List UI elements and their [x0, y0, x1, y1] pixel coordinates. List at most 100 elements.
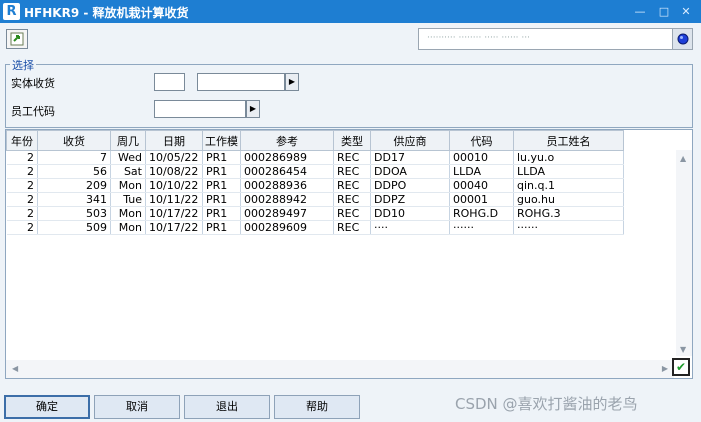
physical-receipt-label: 实体收货	[11, 77, 55, 90]
column-header-weekday[interactable]: 周几	[110, 130, 146, 151]
physical-receipt-name-input[interactable]	[197, 73, 285, 91]
cell-work-mode: PR1	[202, 206, 241, 221]
column-header-year[interactable]: 年份	[6, 130, 38, 151]
cell-supplier: DDPO	[370, 178, 450, 193]
cell-work-mode: PR1	[202, 150, 241, 165]
header-row: 年份 收货 周几 日期 工作模 参考 类型 供应商 代码 员工姓名	[6, 130, 624, 151]
cell-year: 2	[6, 206, 38, 221]
cell-date: 10/17/22	[145, 206, 203, 221]
globe-icon	[677, 33, 689, 45]
status-panel: ·········· ········ ····· ······ ···	[418, 28, 693, 50]
table-row[interactable]: 2 209 Mon 10/10/22 PR1 000288936 REC DDP…	[6, 178, 624, 193]
cell-employee-name: qin.q.1	[513, 178, 624, 193]
cell-work-mode: PR1	[202, 178, 241, 193]
table-row[interactable]: 2 509 Mon 10/17/22 PR1 000289609 REC ···…	[6, 220, 624, 235]
table-row[interactable]: 2 503 Mon 10/17/22 PR1 000289497 REC DD1…	[6, 206, 624, 221]
title-bar[interactable]: R HFHKR9 - 释放机栽计算收货 — □ ✕	[0, 0, 701, 23]
selection-legend: 选择	[10, 57, 36, 73]
exit-button[interactable]: 退出	[184, 395, 270, 419]
cell-year: 2	[6, 164, 38, 179]
cell-employee-name: lu.yu.o	[513, 150, 624, 165]
column-header-reference[interactable]: 参考	[240, 130, 334, 151]
cell-reference: 000289609	[240, 220, 334, 235]
column-header-type[interactable]: 类型	[333, 130, 371, 151]
cell-date: 10/08/22	[145, 164, 203, 179]
cell-supplier: DDPZ	[370, 192, 450, 207]
cell-weekday: Mon	[110, 206, 146, 221]
cell-date: 10/05/22	[145, 150, 203, 165]
status-text: ·········· ········ ····· ······ ···	[427, 33, 530, 43]
cell-year: 2	[6, 178, 38, 193]
cell-weekday: Tue	[110, 192, 146, 207]
scroll-left-icon[interactable]: ◀	[12, 364, 18, 373]
window-title: HFHKR9 - 释放机栽计算收货	[24, 6, 189, 20]
horizontal-scrollbar[interactable]: ◀ ▶	[6, 360, 674, 378]
column-header-work-mode[interactable]: 工作模	[202, 130, 241, 151]
scroll-up-icon[interactable]: ▲	[680, 154, 686, 163]
table-row[interactable]: 2 56 Sat 10/08/22 PR1 000286454 REC DDOA…	[6, 164, 624, 179]
employee-code-lookup-button[interactable]: ▶	[246, 100, 260, 118]
cell-reference: 000289497	[240, 206, 334, 221]
column-header-employee-name[interactable]: 员工姓名	[513, 130, 624, 151]
confirm-check-icon[interactable]: ✔	[672, 358, 690, 376]
cell-supplier: ····	[370, 220, 450, 235]
column-header-code[interactable]: 代码	[449, 130, 514, 151]
refresh-icon	[10, 32, 24, 46]
help-button[interactable]: 帮助	[274, 395, 360, 419]
watermark: CSDN @喜欢打酱油的老鸟	[455, 395, 638, 413]
cell-year: 2	[6, 192, 38, 207]
cell-employee-name: ······	[513, 220, 624, 235]
app-window: R HFHKR9 - 释放机栽计算收货 — □ ✕ ·········· ···…	[0, 0, 701, 422]
cell-code: 00040	[449, 178, 514, 193]
cell-work-mode: PR1	[202, 164, 241, 179]
cell-reference: 000286454	[240, 164, 334, 179]
cancel-button[interactable]: 取消	[94, 395, 180, 419]
triangle-right-icon: ▶	[288, 77, 296, 86]
cell-date: 10/10/22	[145, 178, 203, 193]
cell-code: 00001	[449, 192, 514, 207]
triangle-right-icon: ▶	[249, 104, 257, 113]
cell-supplier: DDOA	[370, 164, 450, 179]
cell-date: 10/11/22	[145, 192, 203, 207]
cell-reference: 000288942	[240, 192, 334, 207]
cell-type: REC	[333, 206, 371, 221]
cell-code: LLDA	[449, 164, 514, 179]
cell-type: REC	[333, 178, 371, 193]
ok-button[interactable]: 确定	[4, 395, 90, 419]
physical-receipt-lookup-button[interactable]: ▶	[285, 73, 299, 91]
cell-type: REC	[333, 220, 371, 235]
cell-weekday: Sat	[110, 164, 146, 179]
receipts-table: 年份 收货 周几 日期 工作模 参考 类型 供应商 代码 员工姓名 2 7 We…	[6, 130, 624, 235]
scroll-right-icon[interactable]: ▶	[662, 364, 668, 373]
receipts-grid[interactable]: 年份 收货 周几 日期 工作模 参考 类型 供应商 代码 员工姓名 2 7 We…	[5, 129, 693, 379]
table-row[interactable]: 2 341 Tue 10/11/22 PR1 000288942 REC DDP…	[6, 192, 624, 207]
cell-supplier: DD17	[370, 150, 450, 165]
cell-supplier: DD10	[370, 206, 450, 221]
status-indicator[interactable]	[672, 29, 692, 49]
vertical-scrollbar[interactable]: ▲ ▼	[676, 150, 692, 356]
close-button[interactable]: ✕	[677, 3, 695, 20]
cell-employee-name: guo.hu	[513, 192, 624, 207]
cell-receipt: 509	[37, 220, 111, 235]
column-header-receipt[interactable]: 收货	[37, 130, 111, 151]
scroll-down-icon[interactable]: ▼	[680, 345, 686, 354]
cell-year: 2	[6, 150, 38, 165]
cell-work-mode: PR1	[202, 192, 241, 207]
cell-weekday: Wed	[110, 150, 146, 165]
physical-receipt-code-input[interactable]	[154, 73, 185, 91]
minimize-button[interactable]: —	[631, 3, 649, 20]
cell-employee-name: ROHG.3	[513, 206, 624, 221]
cell-year: 2	[6, 220, 38, 235]
employee-code-label: 员工代码	[11, 105, 55, 118]
employee-code-input[interactable]	[154, 100, 246, 118]
cell-weekday: Mon	[110, 220, 146, 235]
cell-code: ······	[449, 220, 514, 235]
cell-receipt: 341	[37, 192, 111, 207]
maximize-button[interactable]: □	[655, 3, 673, 20]
refresh-button[interactable]	[6, 29, 28, 49]
cell-work-mode: PR1	[202, 220, 241, 235]
table-row[interactable]: 2 7 Wed 10/05/22 PR1 000286989 REC DD17 …	[6, 150, 624, 165]
cell-receipt: 209	[37, 178, 111, 193]
column-header-date[interactable]: 日期	[145, 130, 203, 151]
column-header-supplier[interactable]: 供应商	[370, 130, 450, 151]
